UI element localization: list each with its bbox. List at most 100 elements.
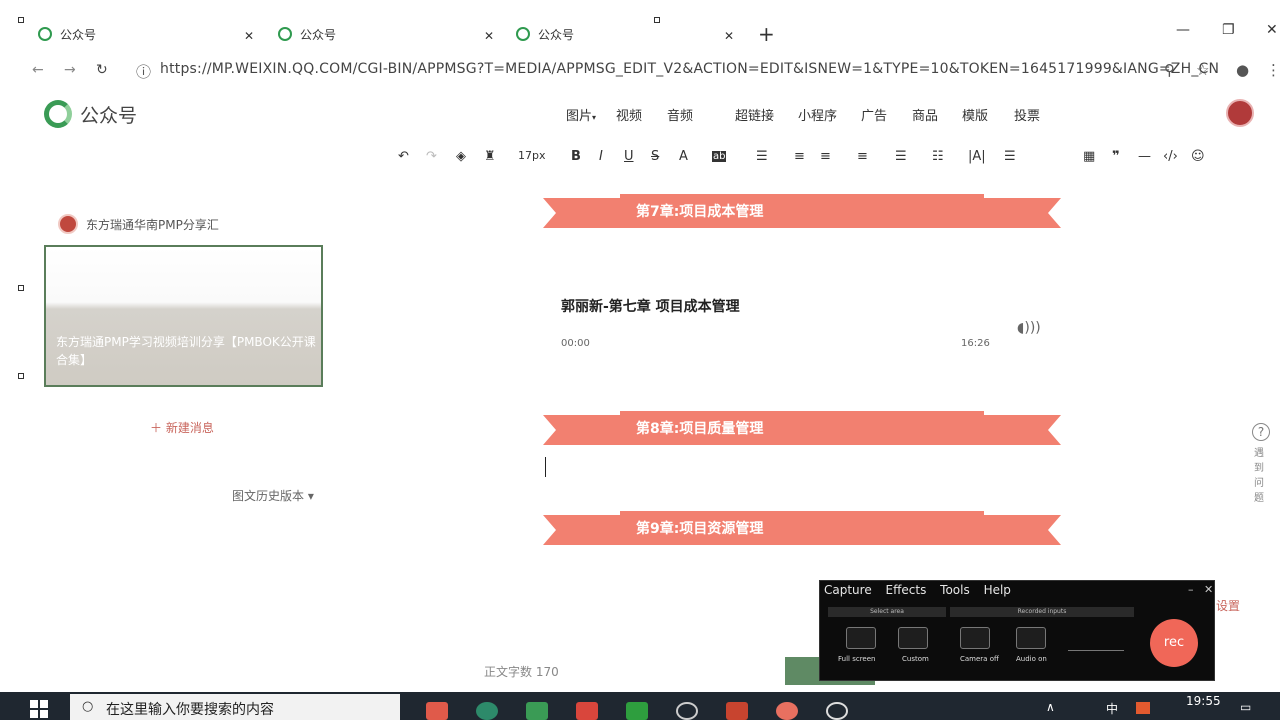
wechat-icon[interactable] xyxy=(626,702,648,720)
format-clear-icon[interactable]: ◈ xyxy=(456,149,466,164)
emoji-icon[interactable]: ☺ xyxy=(1191,149,1205,164)
letter-spacing-icon[interactable]: |A| xyxy=(968,149,986,164)
format-painter-icon[interactable]: ♜ xyxy=(484,149,496,164)
ime-indicator[interactable]: 中 xyxy=(1106,700,1118,717)
browser-tab[interactable]: 公众号 xyxy=(38,22,96,46)
selection-handle xyxy=(654,17,660,23)
tray-arrow-icon[interactable]: ∧ xyxy=(1046,700,1055,714)
wechat-mp-icon xyxy=(278,27,292,41)
recorded-inputs-header: Recorded inputs xyxy=(950,607,1134,617)
history-versions-link[interactable]: 图文历史版本 ▾ xyxy=(232,487,314,504)
blockquote-icon[interactable]: ☰ xyxy=(756,149,768,164)
italic-icon[interactable]: I xyxy=(599,149,603,164)
mp-logo[interactable]: 公众号 xyxy=(44,100,137,128)
article-card[interactable]: 东方瑞通PMP学习视频培训分享【PMBOK公开课合集】 xyxy=(44,245,323,387)
audio-play-icon[interactable]: ◖))) xyxy=(1017,320,1041,336)
underline-icon[interactable]: U xyxy=(624,149,634,164)
quote-icon[interactable]: ❞ xyxy=(1112,149,1120,164)
windows-start-icon[interactable] xyxy=(30,700,48,718)
app-icon[interactable] xyxy=(676,702,698,720)
close-tab-icon[interactable]: ✕ xyxy=(484,24,494,48)
word-count: 正文字数 170 xyxy=(484,665,559,679)
code-icon[interactable]: ‹/› xyxy=(1163,149,1178,164)
user-avatar[interactable] xyxy=(1226,99,1254,127)
undo-icon[interactable]: ↶ xyxy=(398,149,409,164)
url-field[interactable]: https://MP.WEIXIN.QQ.COM/CGI-BIN/APPMSG?… xyxy=(160,61,1219,77)
recorder-close-icon[interactable]: ✕ xyxy=(1204,583,1213,596)
insert-ad-menu[interactable]: 广告 xyxy=(861,105,887,124)
menu-capture[interactable]: Capture xyxy=(824,583,872,597)
help-icon[interactable]: ? xyxy=(1252,423,1270,441)
template-menu[interactable]: 模版 xyxy=(962,105,988,124)
select-area-header: Select area xyxy=(828,607,946,617)
background-color-icon[interactable]: ab xyxy=(712,151,727,162)
bookmark-star-icon[interactable]: ☆ xyxy=(1196,61,1209,79)
table-icon[interactable]: ▦ xyxy=(1083,149,1095,164)
strikethrough-icon[interactable]: S xyxy=(651,149,659,164)
settings-link[interactable]: 设置 xyxy=(1216,597,1240,614)
feedback-link[interactable]: 遇到问题 xyxy=(1254,446,1266,506)
redo-icon[interactable]: ↷ xyxy=(426,149,437,164)
profile-icon[interactable]: ● xyxy=(1236,61,1249,79)
divider-icon[interactable]: — xyxy=(1138,149,1151,164)
line-spacing-icon[interactable]: ☰ xyxy=(895,149,907,164)
browser-menu-icon[interactable]: ⋮ xyxy=(1266,61,1280,79)
audio-label: Audio on xyxy=(1016,655,1047,663)
insert-video-menu[interactable]: 视频 xyxy=(616,105,642,124)
font-size-select[interactable]: 17px xyxy=(518,149,546,162)
menu-help[interactable]: Help xyxy=(984,583,1011,597)
menu-tools[interactable]: Tools xyxy=(940,583,970,597)
insert-link-menu[interactable]: 超链接 xyxy=(735,105,774,124)
app-icon[interactable] xyxy=(476,702,498,720)
audio-end-time: 16:26 xyxy=(961,338,990,349)
record-button[interactable]: rec xyxy=(1150,619,1198,667)
clock[interactable]: 19:55 xyxy=(1186,694,1221,708)
taskbar-search[interactable]: ○ 在这里输入你要搜索的内容 xyxy=(70,694,400,720)
custom-area-button[interactable] xyxy=(898,627,928,649)
close-tab-icon[interactable]: ✕ xyxy=(724,24,734,48)
chrome-icon[interactable] xyxy=(826,702,848,720)
app-icon[interactable] xyxy=(576,702,598,720)
close-window-icon[interactable]: ✕ xyxy=(1266,22,1278,38)
banner-label: 第8章:项目质量管理 xyxy=(636,421,764,437)
powerpoint-icon[interactable] xyxy=(726,702,748,720)
align-left-icon[interactable]: ≡ xyxy=(794,149,805,164)
restore-icon[interactable]: ❐ xyxy=(1222,22,1235,38)
ime-icon[interactable] xyxy=(1136,702,1150,714)
notification-icon[interactable]: ▭ xyxy=(1240,700,1251,714)
zoom-icon[interactable]: ⚲ xyxy=(1164,61,1175,79)
align-center-icon[interactable]: ≡ xyxy=(820,149,831,164)
reload-icon[interactable]: ↻ xyxy=(96,62,108,78)
browser-tab-active[interactable]: 公众号 xyxy=(516,22,574,46)
search-icon: ○ xyxy=(82,699,94,714)
indent-icon[interactable]: ☷ xyxy=(932,149,944,164)
menu-effects[interactable]: Effects xyxy=(886,583,927,597)
recorder-minimize-icon[interactable]: – xyxy=(1188,583,1194,596)
insert-miniprogram-menu[interactable]: 小程序 xyxy=(798,105,837,124)
minimize-icon[interactable]: — xyxy=(1176,22,1190,38)
insert-product-menu[interactable]: 商品 xyxy=(912,105,938,124)
bold-icon[interactable]: B xyxy=(571,149,581,164)
new-article-button[interactable]: ＋ 新建消息 xyxy=(150,419,214,436)
back-icon[interactable]: ← xyxy=(32,62,44,78)
app-icon[interactable] xyxy=(426,702,448,720)
align-right-icon[interactable]: ≡ xyxy=(857,149,868,164)
recorder-taskbar-icon[interactable] xyxy=(776,702,798,720)
audio-toggle-button[interactable] xyxy=(1016,627,1046,649)
insert-audio-menu[interactable]: 音频 xyxy=(667,105,693,124)
close-tab-icon[interactable]: ✕ xyxy=(244,24,254,48)
ribbon-shape xyxy=(543,411,1061,445)
browser-tab[interactable]: 公众号 xyxy=(278,22,336,46)
info-icon[interactable]: ⓘ xyxy=(136,61,151,82)
forward-icon[interactable]: → xyxy=(64,62,76,78)
insert-image-menu[interactable]: 图片▾ xyxy=(566,105,596,124)
new-tab-button[interactable]: + xyxy=(758,22,775,46)
app-icon[interactable] xyxy=(526,702,548,720)
full-screen-button[interactable] xyxy=(846,627,876,649)
camera-toggle-button[interactable] xyxy=(960,627,990,649)
insert-vote-menu[interactable]: 投票 xyxy=(1014,105,1040,124)
selection-handle xyxy=(18,17,24,23)
list-icon[interactable]: ☰ xyxy=(1004,149,1016,164)
font-color-icon[interactable]: A xyxy=(679,149,688,164)
chapter-banner: 第9章:项目资源管理 xyxy=(543,511,1061,545)
